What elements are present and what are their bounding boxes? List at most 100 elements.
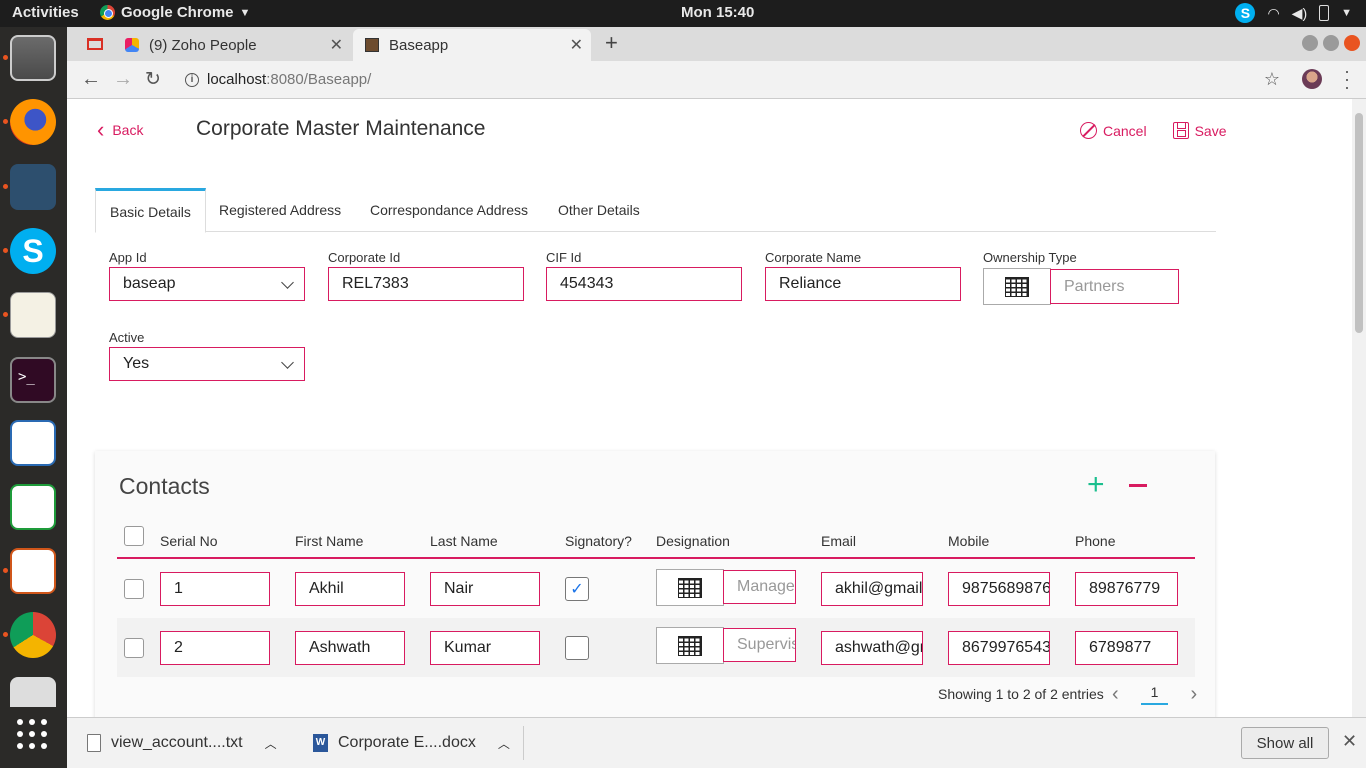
- running-indicator: [3, 184, 8, 189]
- email-field[interactable]: akhil@gmail.com: [821, 572, 923, 606]
- row-checkbox[interactable]: [124, 638, 144, 658]
- skype-tray-icon[interactable]: S: [1235, 3, 1256, 23]
- designation-lookup-button[interactable]: [656, 627, 724, 664]
- close-shelf-icon[interactable]: ✕: [1342, 731, 1357, 752]
- reload-icon[interactable]: ↻: [145, 68, 161, 91]
- volume-icon[interactable]: ◀): [1292, 5, 1307, 22]
- battery-icon[interactable]: [1319, 5, 1330, 21]
- checkmark-icon: ✓: [570, 581, 584, 598]
- wifi-icon[interactable]: ◠: [1267, 5, 1279, 22]
- page-1-button[interactable]: 1: [1140, 684, 1169, 705]
- page-scrollbar[interactable]: [1352, 99, 1366, 717]
- show-applications-icon[interactable]: [17, 719, 47, 749]
- show-all-button[interactable]: Show all: [1241, 727, 1329, 759]
- row-checkbox[interactable]: [124, 579, 144, 599]
- scrollbar-thumb[interactable]: [1355, 113, 1363, 333]
- serial-no-field[interactable]: 2: [160, 631, 270, 665]
- tab-baseapp[interactable]: Baseapp ✕: [353, 29, 591, 61]
- designation-field[interactable]: Manager: [723, 570, 796, 604]
- phone-field[interactable]: 6789877: [1075, 631, 1178, 665]
- mobile-field[interactable]: 9875689876: [948, 572, 1050, 606]
- firefox-icon[interactable]: [10, 99, 56, 145]
- running-indicator: [3, 568, 8, 573]
- grid-icon: [678, 635, 702, 656]
- pagination: ‹ 1 ›: [1112, 683, 1197, 706]
- ownership-lookup-button[interactable]: [983, 268, 1051, 305]
- signatory-checkbox[interactable]: ✓: [565, 577, 589, 601]
- tab-basic-details[interactable]: Basic Details: [95, 188, 206, 233]
- tab-label: Baseapp: [389, 36, 449, 54]
- address-bar[interactable]: i localhost:8080/Baseapp/: [185, 71, 371, 88]
- downloads-shelf: view_account....txt ︿ W Corporate E....d…: [67, 717, 1366, 768]
- phone-field[interactable]: 89876779: [1075, 572, 1178, 606]
- tab-other-details[interactable]: Other Details: [544, 188, 654, 232]
- next-page-button[interactable]: ›: [1190, 683, 1197, 706]
- cancel-button[interactable]: Cancel: [1080, 122, 1147, 139]
- first-name-field[interactable]: Ashwath: [295, 631, 405, 665]
- tab-registered-address[interactable]: Registered Address: [205, 188, 355, 232]
- libreoffice-calc-icon[interactable]: [10, 484, 56, 530]
- cif-id-field[interactable]: 454343: [546, 267, 742, 301]
- system-tray[interactable]: S ◠ ◀) ▼: [1235, 3, 1352, 23]
- tab-strip: (9) Zoho People ✕ Baseapp ✕ +: [67, 27, 1366, 61]
- profile-avatar[interactable]: [1302, 69, 1322, 89]
- forward-arrow-icon[interactable]: →: [113, 68, 133, 91]
- terminal-icon[interactable]: >_: [10, 357, 56, 403]
- remove-contact-button[interactable]: [1129, 484, 1147, 487]
- app-id-select[interactable]: baseap: [109, 267, 305, 301]
- chevron-up-icon[interactable]: ︿: [498, 735, 510, 752]
- gmail-icon[interactable]: [87, 38, 103, 50]
- activities-button[interactable]: Activities: [12, 4, 79, 21]
- save-button[interactable]: Save: [1172, 122, 1227, 139]
- chevron-up-icon[interactable]: ︿: [265, 735, 277, 752]
- text-file-icon: [87, 734, 101, 752]
- text-editor-icon[interactable]: [10, 292, 56, 338]
- tab-zoho-people[interactable]: (9) Zoho People ✕: [113, 29, 351, 61]
- last-name-field[interactable]: Nair: [430, 572, 540, 606]
- cancel-icon: [1080, 122, 1097, 139]
- files-icon[interactable]: [10, 35, 56, 81]
- email-field[interactable]: ashwath@gmail.com: [821, 631, 923, 665]
- active-select[interactable]: Yes: [109, 347, 305, 381]
- running-indicator: [3, 119, 8, 124]
- add-contact-button[interactable]: +: [1087, 470, 1105, 500]
- bookmark-star-icon[interactable]: ☆: [1264, 69, 1280, 90]
- libreoffice-impress-icon[interactable]: [10, 548, 56, 594]
- close-tab-icon[interactable]: ✕: [570, 35, 583, 55]
- libreoffice-writer-icon[interactable]: [10, 420, 56, 466]
- chrome-dock-icon[interactable]: [10, 612, 56, 658]
- app-icon[interactable]: [10, 677, 56, 707]
- zoho-icon: [125, 38, 139, 52]
- clock[interactable]: Mon 15:40: [681, 4, 754, 21]
- app-id-label: App Id: [109, 250, 147, 265]
- select-all-checkbox[interactable]: [124, 526, 144, 546]
- close-window-button[interactable]: [1344, 35, 1360, 51]
- corporate-name-field[interactable]: Reliance: [765, 267, 961, 301]
- system-menu-icon[interactable]: ▼: [1341, 7, 1352, 19]
- minimize-button[interactable]: [1302, 35, 1318, 51]
- serial-no-field[interactable]: 1: [160, 572, 270, 606]
- designation-field[interactable]: Supervisor: [723, 628, 796, 662]
- first-name-field[interactable]: Akhil: [295, 572, 405, 606]
- mobile-field[interactable]: 8679976543: [948, 631, 1050, 665]
- prev-page-button[interactable]: ‹: [1112, 683, 1119, 706]
- app-menu[interactable]: Google Chrome ▼: [100, 4, 250, 21]
- ownership-type-field[interactable]: Partners: [1050, 269, 1179, 304]
- new-tab-button[interactable]: +: [605, 30, 618, 56]
- back-link[interactable]: ‹ Back: [97, 119, 143, 141]
- signatory-checkbox[interactable]: [565, 636, 589, 660]
- designation-lookup-button[interactable]: [656, 569, 724, 606]
- download-item[interactable]: view_account....txt ︿: [87, 728, 277, 758]
- corporate-id-field[interactable]: REL7383: [328, 267, 524, 301]
- maximize-button[interactable]: [1323, 35, 1339, 51]
- info-icon[interactable]: i: [185, 72, 199, 87]
- download-item[interactable]: W Corporate E....docx ︿: [313, 728, 510, 758]
- last-name-field[interactable]: Kumar: [430, 631, 540, 665]
- close-tab-icon[interactable]: ✕: [330, 35, 343, 55]
- back-arrow-icon[interactable]: ←: [81, 68, 101, 91]
- cancel-label: Cancel: [1103, 122, 1147, 139]
- tab-correspondance-address[interactable]: Correspondance Address: [356, 188, 542, 232]
- mysql-workbench-icon[interactable]: [10, 164, 56, 210]
- skype-icon[interactable]: S: [10, 228, 56, 274]
- menu-kebab-icon[interactable]: · · ·: [1344, 62, 1350, 96]
